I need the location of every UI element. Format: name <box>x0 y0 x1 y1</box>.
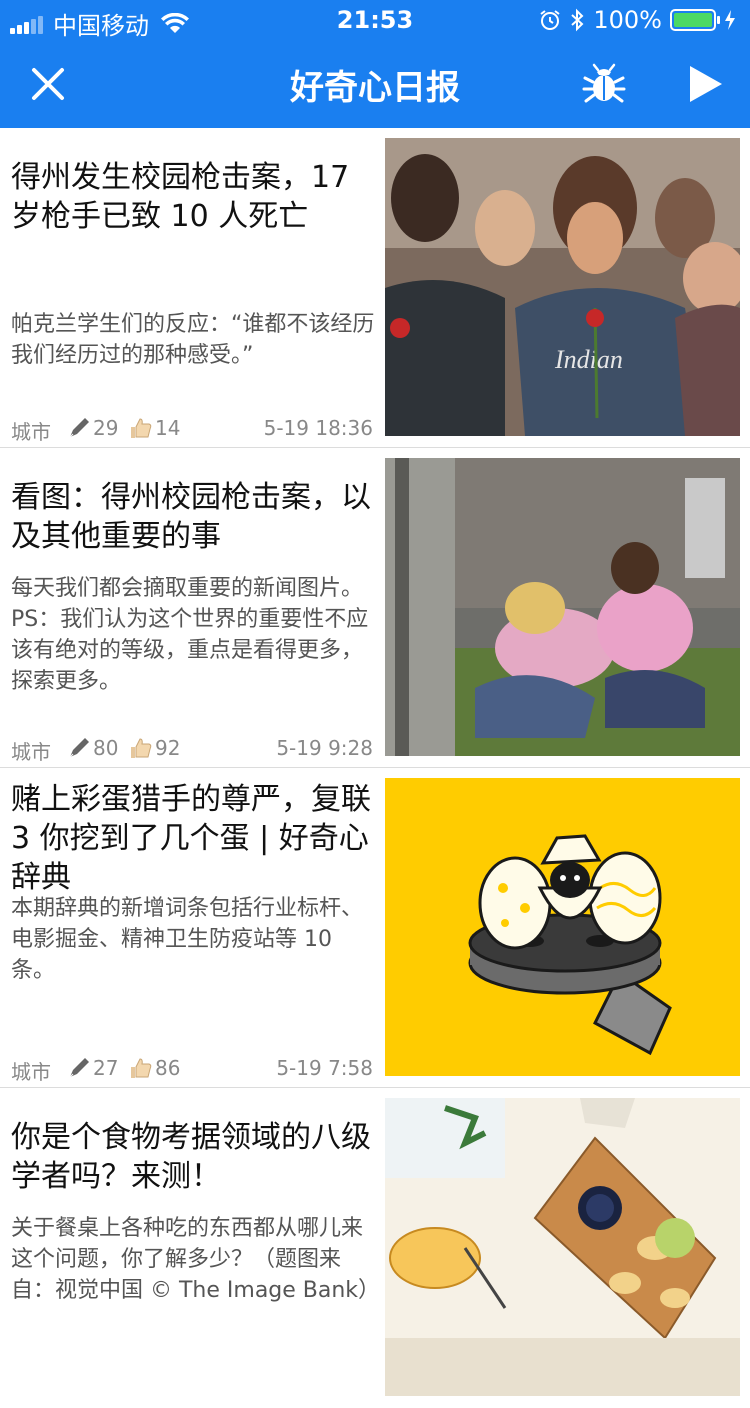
comment-count-value: 80 <box>93 736 119 760</box>
pen-icon <box>69 1058 89 1078</box>
article-category: 城市 <box>11 420 51 444</box>
article-date: 5-19 18:36 <box>263 416 373 440</box>
article-item[interactable]: 看图：得州校园枪击案，以及其他重要的事 每天我们都会摘取重要的新闻图片。PS：我… <box>0 448 750 768</box>
status-right: 100% <box>539 6 736 34</box>
article-category: 城市 <box>11 740 51 764</box>
play-icon[interactable] <box>684 62 728 106</box>
article-summary: 帕克兰学生们的反应：“谁都不该经历我们经历过的那种感受。” <box>11 312 375 368</box>
article-thumbnail[interactable]: Indian <box>385 138 740 436</box>
pen-icon <box>69 418 89 438</box>
thumbs-up-icon <box>131 1058 152 1078</box>
comment-count-value: 27 <box>93 1056 119 1080</box>
comment-count-value: 29 <box>93 416 119 440</box>
charging-icon <box>725 10 735 30</box>
svg-text:Indian: Indian <box>554 345 623 374</box>
article-list: 得州发生校园枪击案，17 岁枪手已致 10 人死亡 帕克兰学生们的反应：“谁都不… <box>0 128 750 1408</box>
nav-bar: 好奇心日报 <box>0 40 750 128</box>
vigil-photo: Indian <box>385 138 740 436</box>
eggs-illustration <box>385 778 740 1076</box>
article-summary: 每天我们都会摘取重要的新闻图片。PS：我们认为这个世界的重要性不应该有绝对的等级… <box>11 576 369 694</box>
students-photo <box>385 458 740 756</box>
article-headline: 看图：得州校园枪击案，以及其他重要的事 <box>11 480 371 554</box>
article-meta: 城市 29 14 5-19 18:36 <box>11 416 373 444</box>
article-category: 城市 <box>11 1060 51 1084</box>
article-date: 5-19 7:58 <box>276 1056 373 1080</box>
thumbs-up-icon <box>131 418 152 438</box>
pen-icon <box>69 738 89 758</box>
article-headline: 赌上彩蛋猎手的尊严，复联 3 你挖到了几个蛋 | 好奇心辞典 <box>11 782 371 895</box>
article-item[interactable]: 赌上彩蛋猎手的尊严，复联 3 你挖到了几个蛋 | 好奇心辞典 本期辞典的新增词条… <box>0 768 750 1088</box>
article-item[interactable]: 你是个食物考据领域的八级学者吗？来测！ 关于餐桌上各种吃的东西都从哪儿来这个问题… <box>0 1088 750 1408</box>
status-bar: 中国移动 21:53 100% <box>0 0 750 40</box>
comment-count: 80 <box>67 736 118 760</box>
article-thumbnail[interactable] <box>385 1098 740 1396</box>
bug-icon[interactable] <box>582 62 626 106</box>
comment-count: 27 <box>67 1056 118 1080</box>
alarm-icon <box>540 10 560 30</box>
like-count: 14 <box>129 416 180 440</box>
article-summary: 关于餐桌上各种吃的东西都从哪儿来这个问题，你了解多少？（题图来自：视觉中国 © … <box>11 1216 381 1303</box>
like-count-value: 14 <box>155 416 181 440</box>
article-headline: 你是个食物考据领域的八级学者吗？来测！ <box>11 1120 371 1194</box>
battery-icon <box>670 9 720 31</box>
article-summary: 本期辞典的新增词条包括行业标杆、电影掘金、精神卫生防疫站等 10 条。 <box>11 896 364 983</box>
like-count-value: 86 <box>155 1056 181 1080</box>
article-thumbnail[interactable] <box>385 778 740 1076</box>
like-count: 92 <box>129 736 180 760</box>
article-item[interactable]: 得州发生校园枪击案，17 岁枪手已致 10 人死亡 帕克兰学生们的反应：“谁都不… <box>0 128 750 448</box>
battery-percent: 100% <box>593 6 662 34</box>
like-count: 86 <box>129 1056 180 1080</box>
bluetooth-icon <box>571 8 584 32</box>
comment-count: 29 <box>67 416 118 440</box>
article-meta: 城市 27 86 5-19 7:58 <box>11 1056 373 1084</box>
article-thumbnail[interactable] <box>385 458 740 756</box>
thumbs-up-icon <box>131 738 152 758</box>
page-title: 好奇心日报 <box>290 68 460 108</box>
food-illustration <box>385 1098 740 1396</box>
article-meta: 城市 80 92 5-19 9:28 <box>11 736 373 764</box>
like-count-value: 92 <box>155 736 181 760</box>
article-headline: 得州发生校园枪击案，17 岁枪手已致 10 人死亡 <box>11 160 350 234</box>
article-date: 5-19 9:28 <box>276 736 373 760</box>
